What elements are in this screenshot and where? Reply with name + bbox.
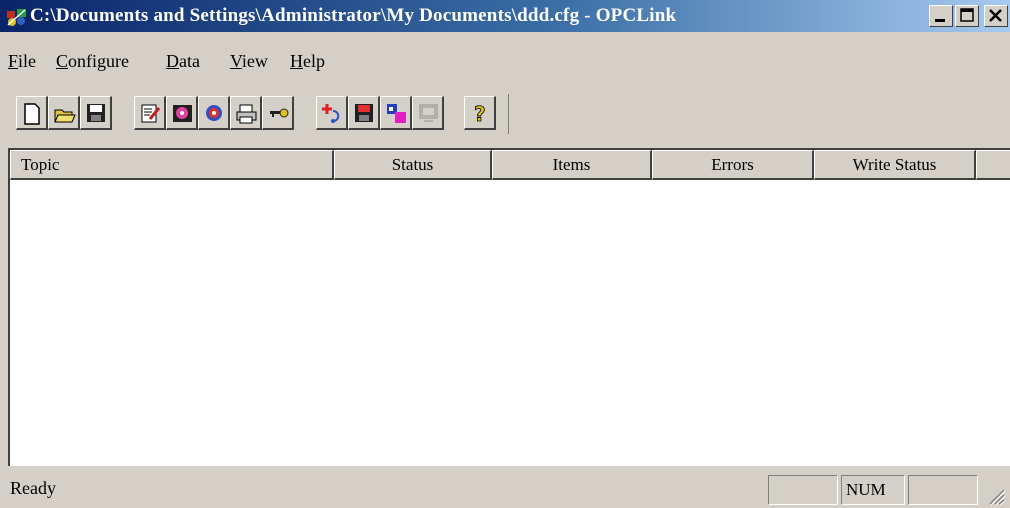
minimize-button[interactable] — [929, 5, 953, 27]
edit-document-icon — [141, 104, 161, 123]
disk-button[interactable] — [166, 96, 198, 130]
save-button[interactable] — [80, 96, 112, 130]
scroll-indicator — [908, 475, 978, 505]
title-bar[interactable]: C:\Documents and Settings\Administrator\… — [0, 0, 1010, 32]
maximize-icon — [960, 8, 974, 22]
open-folder-icon — [54, 109, 76, 123]
new-button[interactable] — [16, 96, 48, 130]
svg-text:?: ? — [474, 103, 486, 125]
column-header-write-status[interactable]: Write Status — [814, 150, 976, 180]
key-button[interactable] — [262, 96, 294, 130]
disk-pink-icon — [173, 105, 192, 122]
opclink-window: C:\Documents and Settings\Administrator\… — [0, 0, 1010, 508]
save-disk-icon — [87, 104, 105, 122]
add-topic-icon — [322, 104, 340, 123]
caps-indicator — [768, 475, 838, 505]
monitor-button[interactable] — [412, 96, 444, 130]
help-question-icon: ? — [474, 103, 486, 125]
add-topic-button[interactable] — [316, 96, 348, 130]
database-icon — [387, 104, 406, 123]
new-document-icon — [24, 103, 40, 125]
edit-button[interactable] — [134, 96, 166, 130]
menu-help[interactable]: Help — [290, 51, 325, 72]
close-button[interactable] — [984, 5, 1008, 27]
resize-grip-icon[interactable] — [984, 486, 1006, 506]
toolbar-separator — [508, 94, 509, 134]
database-button[interactable] — [380, 96, 412, 130]
maximize-button[interactable] — [955, 5, 979, 27]
status-bar: Ready NUM — [0, 470, 1010, 508]
menu-configure[interactable]: Configure — [56, 51, 129, 72]
menu-bar: File Configure Data View Help — [0, 46, 1010, 72]
close-icon — [989, 9, 1002, 22]
monitor-disabled-icon — [419, 104, 438, 122]
column-header-filler — [976, 150, 1010, 180]
save-red-disk-icon — [355, 104, 373, 122]
opclink-app-icon[interactable] — [6, 7, 28, 27]
print-button[interactable] — [230, 96, 262, 130]
column-header-topic[interactable]: Topic — [10, 150, 334, 180]
key-icon — [270, 108, 289, 118]
open-button[interactable] — [48, 96, 80, 130]
num-indicator: NUM — [841, 475, 905, 505]
window-title: C:\Documents and Settings\Administrator\… — [30, 5, 677, 26]
gear-red-icon — [206, 105, 222, 121]
column-header-items[interactable]: Items — [492, 150, 652, 180]
save-red-button[interactable] — [348, 96, 380, 130]
menu-file[interactable]: File — [8, 51, 36, 72]
printer-icon — [236, 104, 257, 124]
column-header-status[interactable]: Status — [334, 150, 492, 180]
help-button[interactable]: ? — [464, 96, 496, 130]
gear-button[interactable] — [198, 96, 230, 130]
menu-view[interactable]: View — [230, 51, 268, 72]
status-text: Ready — [10, 478, 56, 498]
toolbar: ? — [8, 94, 680, 134]
topic-list[interactable]: Topic Status Items Errors Write Status — [8, 148, 1010, 466]
minimize-icon — [935, 19, 945, 22]
menu-data[interactable]: Data — [166, 51, 200, 72]
column-header-errors[interactable]: Errors — [652, 150, 814, 180]
